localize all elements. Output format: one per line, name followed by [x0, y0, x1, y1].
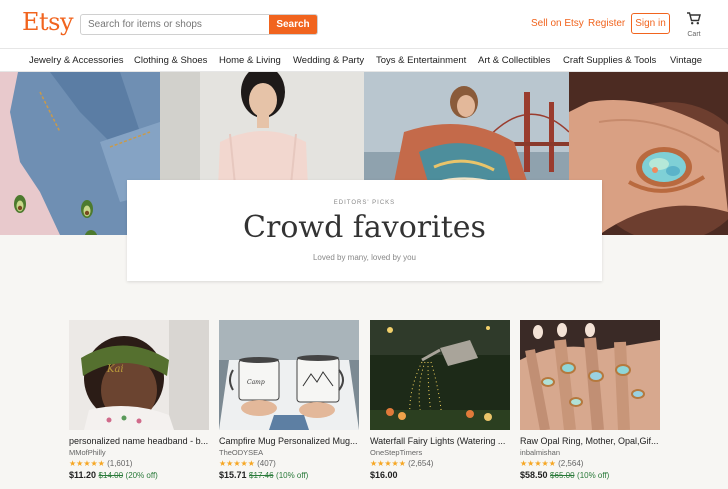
product-card[interactable]: Camp Campfire Mug Personalized Mug... Th…	[219, 320, 359, 480]
sale-price: $16.00	[370, 470, 398, 480]
product-card[interactable]: Raw Opal Ring, Mother, Opal,Gif... inbal…	[520, 320, 660, 480]
editors-picks-label: EDITORS' PICKS	[333, 200, 396, 206]
sign-in-button[interactable]: Sign in	[631, 13, 670, 34]
nav-item-craft[interactable]: Craft Supplies & Tools	[563, 55, 656, 66]
product-name[interactable]: Waterfall Fairy Lights (Watering ...	[370, 436, 510, 446]
product-name[interactable]: Raw Opal Ring, Mother, Opal,Gif...	[520, 436, 660, 446]
original-price: $17.46	[249, 471, 274, 480]
nav-item-art[interactable]: Art & Collectibles	[478, 55, 550, 66]
cart-label: Cart	[687, 31, 701, 38]
review-count: (1,601)	[107, 459, 133, 468]
sale-price: $58.50	[520, 470, 548, 480]
discount: (20% off)	[125, 471, 158, 480]
product-image-opal-rings[interactable]	[520, 320, 660, 430]
product-price-row: $16.00	[370, 470, 510, 480]
etsy-logo[interactable]: Etsy	[22, 8, 74, 36]
shop-name[interactable]: MMofPhilly	[69, 448, 209, 457]
star-rating-icon: ★★★★★	[370, 459, 406, 468]
shop-name[interactable]: TheODYSEA	[219, 448, 359, 457]
site-header: Etsy Search Sell on Etsy Register Sign i…	[0, 0, 728, 48]
search-bar: Search	[80, 14, 318, 35]
sell-on-etsy-link[interactable]: Sell on Etsy	[531, 18, 584, 29]
cart-button[interactable]: Cart	[684, 12, 704, 38]
product-rating: ★★★★★ (2,654)	[370, 459, 510, 468]
product-name[interactable]: personalized name headband - b...	[69, 436, 209, 446]
nav-item-vintage[interactable]: Vintage	[670, 55, 702, 66]
cart-icon	[687, 12, 701, 25]
nav-item-clothing[interactable]: Clothing & Shoes	[134, 55, 207, 66]
search-button[interactable]: Search	[269, 15, 317, 34]
original-price: $14.00	[98, 471, 124, 480]
product-price-row: $58.50 $65.00 (10% off)	[520, 470, 660, 480]
discount: (10% off)	[276, 471, 309, 480]
product-image-fairy-lights[interactable]	[370, 320, 510, 430]
crowd-favorites-title: Crowd favorites	[243, 210, 486, 245]
product-rating: ★★★★★ (407)	[219, 459, 359, 468]
review-count: (2,654)	[408, 459, 434, 468]
product-card[interactable]: Kai personalized name headband - b... MM…	[69, 320, 209, 480]
original-price: $65.00	[550, 471, 575, 480]
register-link[interactable]: Register	[588, 18, 625, 29]
star-rating-icon: ★★★★★	[219, 459, 255, 468]
discount: (10% off)	[577, 471, 610, 480]
category-nav: Jewelry & Accessories Clothing & Shoes H…	[0, 48, 728, 72]
product-price-row: $11.20 $14.00 (20% off)	[69, 470, 209, 480]
nav-item-home-living[interactable]: Home & Living	[219, 55, 281, 66]
star-rating-icon: ★★★★★	[69, 459, 105, 468]
product-rating: ★★★★★ (1,601)	[69, 459, 209, 468]
shop-name[interactable]: inbalmishan	[520, 448, 660, 457]
product-rating: ★★★★★ (2,564)	[520, 459, 660, 468]
nav-item-wedding[interactable]: Wedding & Party	[293, 55, 364, 66]
svg-text:Kai: Kai	[106, 364, 124, 375]
review-count: (407)	[257, 459, 276, 468]
search-input[interactable]	[81, 15, 271, 34]
star-rating-icon: ★★★★★	[520, 459, 556, 468]
review-count: (2,564)	[558, 459, 584, 468]
sale-price: $15.71	[219, 470, 247, 480]
editors-picks-card: EDITORS' PICKS Crowd favorites Loved by …	[127, 180, 602, 281]
shop-name[interactable]: OneStepTimers	[370, 448, 510, 457]
sale-price: $11.20	[69, 470, 97, 480]
svg-text:Camp: Camp	[247, 379, 265, 386]
product-image-headband[interactable]: Kai	[69, 320, 209, 430]
nav-item-toys[interactable]: Toys & Entertainment	[376, 55, 466, 66]
product-name[interactable]: Campfire Mug Personalized Mug...	[219, 436, 359, 446]
product-card[interactable]: Waterfall Fairy Lights (Watering ... One…	[370, 320, 510, 480]
product-price-row: $15.71 $17.46 (10% off)	[219, 470, 359, 480]
nav-item-jewelry[interactable]: Jewelry & Accessories	[29, 55, 124, 66]
product-image-campfire-mug[interactable]: Camp	[219, 320, 359, 430]
crowd-favorites-subtitle: Loved by many, loved by you	[312, 253, 417, 262]
